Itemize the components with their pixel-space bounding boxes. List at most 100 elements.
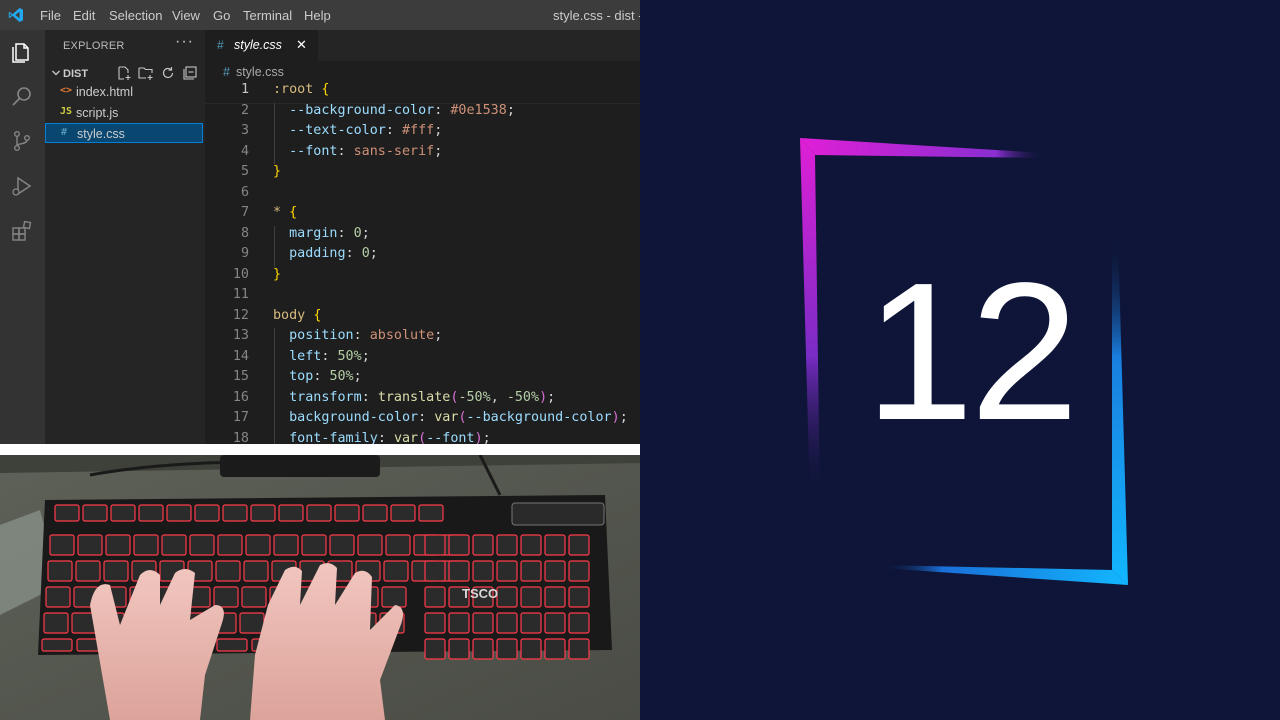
keyboard-key	[105, 534, 131, 556]
line-number: 5	[240, 164, 249, 179]
menu-terminal[interactable]: Terminal	[243, 8, 292, 23]
editor-area: # style.css ✕ # style.css 1:root {2 --bac…	[205, 30, 640, 444]
menu-edit[interactable]: Edit	[73, 8, 95, 23]
close-icon[interactable]: ✕	[296, 37, 307, 53]
folder-header[interactable]: DIST	[45, 64, 205, 84]
keyboard-key	[383, 560, 409, 582]
indent-guide	[274, 102, 275, 164]
line-number: 2	[240, 102, 249, 118]
keyboard-key	[418, 504, 444, 522]
keyboard-key	[385, 534, 411, 556]
line-number: 6	[240, 184, 249, 200]
run-debug-icon[interactable]	[10, 174, 34, 198]
extensions-icon[interactable]	[10, 219, 34, 243]
keyboard-key	[41, 638, 73, 652]
file-item-style-css[interactable]: # style.css	[45, 123, 203, 143]
folder-name: DIST	[63, 68, 89, 80]
line-number: 9	[240, 246, 249, 261]
file-item-index-html[interactable]: <> index.html	[45, 82, 203, 102]
keyboard-key	[250, 504, 276, 522]
line-number: 17	[232, 410, 249, 425]
source-control-icon[interactable]	[10, 129, 34, 153]
search-icon[interactable]	[10, 84, 34, 108]
menu-help[interactable]: Help	[304, 8, 331, 23]
line-number: 3	[240, 123, 249, 138]
keyboard-key	[47, 560, 73, 582]
chevron-down-icon	[52, 70, 60, 76]
keyboard-key	[245, 534, 271, 556]
line-content: }	[273, 164, 282, 179]
code-line: 2 --background-color: #0e1538;	[205, 103, 640, 124]
keyboard-key	[278, 504, 304, 522]
keyboard-key	[568, 638, 590, 660]
keyboard-key	[75, 560, 101, 582]
keyboard-key	[544, 560, 566, 582]
keyboard-key	[448, 612, 470, 634]
line-content: top: 50%;	[289, 369, 362, 384]
code-line: 1:root {	[205, 82, 640, 104]
keyboard-key	[472, 612, 494, 634]
code-line: 16 transform: translate(-50%, -50%);	[205, 390, 640, 411]
line-content: margin: 0;	[289, 225, 370, 241]
breadcrumb[interactable]: # style.css	[223, 65, 284, 79]
keyboard-key	[568, 560, 590, 582]
activity-bar	[0, 30, 45, 444]
keyboard-key	[544, 534, 566, 556]
keyboard-key	[520, 586, 542, 608]
vscode-window: File Edit Selection View Go Terminal Hel…	[0, 0, 640, 444]
code-line: 12 body {	[205, 308, 640, 329]
file-item-script-js[interactable]: JS script.js	[45, 103, 203, 123]
explorer-title: EXPLORER	[63, 40, 125, 52]
file-name: style.css	[77, 127, 125, 141]
keyboard-key	[133, 534, 159, 556]
line-number: 1	[240, 82, 249, 97]
keyboard-key	[239, 612, 265, 634]
title-bar: File Edit Selection View Go Terminal Hel…	[0, 0, 640, 30]
keyboard-key	[215, 560, 241, 582]
frame-top-edge	[800, 138, 1045, 158]
line-number: 15	[232, 369, 249, 384]
code-line: 15 top: 50%;	[205, 369, 640, 390]
code-line: 4 --font: sans-serif;	[205, 144, 640, 165]
keyboard-key	[45, 586, 71, 608]
explorer-icon[interactable]	[10, 40, 34, 64]
refresh-icon[interactable]	[160, 65, 176, 81]
keyboard-key	[217, 534, 243, 556]
keyboard-key	[362, 504, 388, 522]
frame-bottom-edge	[880, 565, 1128, 585]
keyboard-key	[424, 638, 446, 660]
keyboard-key	[424, 534, 446, 556]
keyboard-key	[448, 638, 470, 660]
keyboard-key	[544, 586, 566, 608]
keyboard-key	[520, 638, 542, 660]
line-number: 7	[240, 205, 249, 220]
new-folder-icon[interactable]	[138, 65, 154, 81]
keyboard-key	[166, 504, 192, 522]
preview-pane: 12	[640, 0, 1280, 720]
new-file-icon[interactable]	[116, 65, 132, 81]
keyboard-key	[213, 586, 239, 608]
tab-style-css[interactable]: # style.css ✕	[205, 30, 318, 61]
keyboard-key	[43, 612, 69, 634]
css-file-icon: #	[223, 65, 230, 79]
menu-selection[interactable]: Selection	[109, 8, 162, 23]
keyboard-key	[568, 586, 590, 608]
code-editor[interactable]: 1:root {2 --background-color: #0e1538; 3 …	[205, 82, 640, 444]
collapse-all-icon[interactable]	[182, 65, 198, 81]
menu-go[interactable]: Go	[213, 8, 230, 23]
keyboard-key	[194, 504, 220, 522]
tab-bar: # style.css ✕	[205, 30, 640, 61]
keyboard-key	[390, 504, 416, 522]
line-number: 16	[232, 389, 249, 405]
more-actions-icon[interactable]: ···	[175, 33, 194, 51]
file-name: index.html	[76, 85, 133, 99]
line-content: padding: 0;	[289, 246, 378, 261]
code-line: 5}	[205, 164, 640, 185]
menu-file[interactable]: File	[40, 8, 61, 23]
keyboard-key	[49, 534, 75, 556]
keyboard-key	[496, 612, 518, 634]
code-line: 14 left: 50%;	[205, 349, 640, 370]
counter-number: 12	[864, 242, 1079, 461]
line-number: 10	[232, 266, 249, 282]
menu-view[interactable]: View	[172, 8, 200, 23]
